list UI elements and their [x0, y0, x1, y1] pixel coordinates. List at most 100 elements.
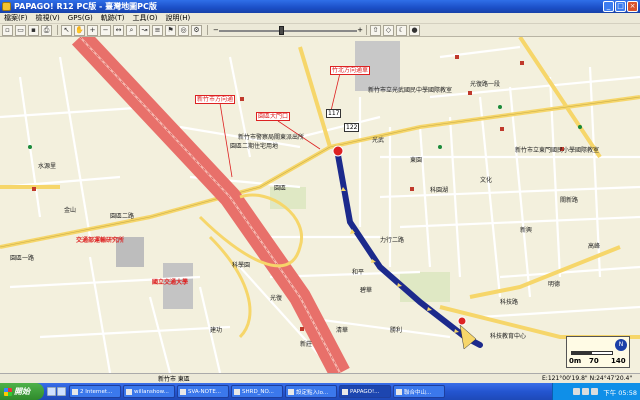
map-view[interactable]: 竹北方向通車 新竹市方向通 園區大門口 117 122 新竹市立光武國民中學國際… [0, 37, 640, 373]
window-icon [72, 388, 78, 395]
menu-bar: 檔案(F) 檢視(V) GPS(G) 軌跡(T) 工具(O) 說明(H) [0, 13, 640, 24]
gps-icon[interactable]: ◎ [178, 24, 189, 36]
menu-gps[interactable]: GPS(G) [64, 14, 97, 22]
route-icon[interactable]: ↝ [139, 24, 150, 36]
callout-hsinchu-direction: 新竹市方向通 [195, 95, 236, 104]
search-icon[interactable]: ⌕ [126, 24, 137, 36]
zoom-minus-label: − [213, 25, 219, 34]
map-label-red: 交通部運輸研究所 [76, 237, 125, 244]
map-label: 科園湖 [430, 187, 449, 194]
close-button[interactable]: × [627, 1, 638, 12]
pointer-icon[interactable]: ↖ [61, 24, 72, 36]
map-label: 水源里 [38, 163, 57, 170]
system-tray: 下午 05:58 [552, 383, 640, 400]
map-label: 園區 [274, 185, 287, 192]
minimize-button[interactable]: _ [603, 1, 614, 12]
menu-view[interactable]: 檢視(V) [32, 13, 64, 23]
zoom-thumb[interactable] [278, 25, 284, 35]
start-label: 開始 [14, 387, 30, 396]
layers-icon[interactable]: ≡ [152, 24, 163, 36]
menu-file[interactable]: 檔案(F) [0, 13, 32, 23]
night-mode-icon[interactable]: ☾ [396, 24, 407, 36]
taskbar-item[interactable]: SVA-NOTE... [177, 385, 229, 398]
route-shield-122: 122 [344, 123, 360, 132]
start-button[interactable]: 開始 [0, 383, 44, 400]
windows-flag-icon [4, 387, 12, 396]
taskbar-item[interactable]: 2 Internet... [69, 385, 121, 398]
map-canvas [0, 37, 640, 373]
scale-max: 140 [611, 357, 626, 365]
taskbar-item-active[interactable]: PAPAGO!... [339, 385, 391, 398]
poi-icon[interactable]: ● [409, 24, 420, 36]
map-label: 勝利 [390, 327, 403, 334]
status-bar: 新竹市 東區 E:121°00'19.8" N:24°47'20.4" [0, 373, 640, 383]
open-folder-icon[interactable]: ▭ [15, 24, 26, 36]
map-label: 文化 [480, 177, 493, 184]
menu-track[interactable]: 軌跡(T) [97, 13, 129, 23]
status-road-name: 新竹市 東區 [158, 376, 190, 383]
window-title: PAPAGO! R12 PC版 - 臺灣地圖PC版 [14, 2, 157, 11]
map-label: 科學園 [232, 262, 251, 269]
map-label: 園區二期住宅用地 [230, 143, 279, 150]
zoom-out-icon[interactable]: − [100, 24, 111, 36]
menu-tools[interactable]: 工具(O) [129, 13, 162, 23]
map-label: 新竹市立光武國民中學國際教室 [368, 87, 453, 94]
volume-icon[interactable] [582, 388, 590, 395]
measure-icon[interactable]: ↔ [113, 24, 124, 36]
3d-view-icon[interactable]: ◇ [383, 24, 394, 36]
network-icon[interactable] [573, 388, 581, 395]
north-up-icon[interactable]: ⇧ [370, 24, 381, 36]
title-bar[interactable]: PAPAGO! R12 PC版 - 臺灣地圖PC版 _ □ × [0, 0, 640, 13]
ie-icon[interactable] [47, 387, 56, 396]
toolbar: ▫ ▭ ▪ ⎙ ↖ ✋ + − ↔ ⌕ ↝ ≡ ⚑ ◎ ⚙ − + ⇧ ◇ ☾ … [0, 24, 640, 37]
route-shield-117: 117 [326, 109, 342, 118]
quick-launch [47, 387, 66, 396]
zoom-slider[interactable]: − + [213, 25, 363, 36]
scale-bar [571, 351, 613, 355]
map-label: 建功 [210, 327, 223, 334]
map-label: 高峰 [588, 243, 601, 250]
papago-app-icon [2, 2, 11, 11]
map-label: 金山 [64, 207, 77, 214]
security-icon[interactable] [591, 388, 599, 395]
window-icon [342, 388, 348, 395]
map-label: 新興 [520, 227, 533, 234]
taskbar-item[interactable]: 設定點入Io... [285, 385, 337, 398]
road-label: 光武 [372, 137, 385, 144]
status-coordinates: E:121°00'19.8" N:24°47'20.4" [542, 375, 633, 382]
menu-help[interactable]: 說明(H) [161, 13, 194, 23]
flag-icon[interactable]: ⚑ [165, 24, 176, 36]
toolbar-separator [207, 25, 208, 35]
print-icon[interactable]: ⎙ [41, 24, 52, 36]
window-icon [288, 388, 294, 395]
map-label: 明德 [548, 281, 561, 288]
compass-icon[interactable]: N [615, 339, 627, 351]
map-label: 新莊 [300, 341, 313, 348]
taskbar-item[interactable]: willanshow... [123, 385, 175, 398]
end-marker [457, 316, 467, 326]
new-icon[interactable]: ▫ [2, 24, 13, 36]
map-label: 新竹市警察局關東派出所 [238, 134, 305, 141]
scale-min: 0m [569, 357, 582, 365]
clock: 下午 05:58 [603, 388, 637, 397]
road-label: 園區一路 [10, 255, 35, 262]
taskbar-item[interactable]: SHRD_NO... [231, 385, 283, 398]
road-label: 關新路 [560, 197, 579, 204]
scale-widget: N 0m 70 140 [566, 336, 630, 368]
hand-pan-icon[interactable]: ✋ [74, 24, 85, 36]
window-icon [180, 388, 186, 395]
maximize-button[interactable]: □ [615, 1, 626, 12]
window-icon [234, 388, 240, 395]
settings-icon[interactable]: ⚙ [191, 24, 202, 36]
scale-mid: 70 [589, 357, 599, 365]
callout-north-interchange: 竹北方向通車 [330, 66, 371, 75]
taskbar-item[interactable]: 聯合中山... [393, 385, 445, 398]
start-marker [332, 145, 344, 157]
desktop-icon[interactable] [57, 387, 66, 396]
save-icon[interactable]: ▪ [28, 24, 39, 36]
zoom-in-icon[interactable]: + [87, 24, 98, 36]
road-label: 園區二路 [110, 213, 135, 220]
callout-yuanshan: 園區大門口 [256, 112, 291, 121]
app-window: PAPAGO! R12 PC版 - 臺灣地圖PC版 _ □ × 檔案(F) 檢視… [0, 0, 640, 400]
building-block [163, 263, 193, 309]
